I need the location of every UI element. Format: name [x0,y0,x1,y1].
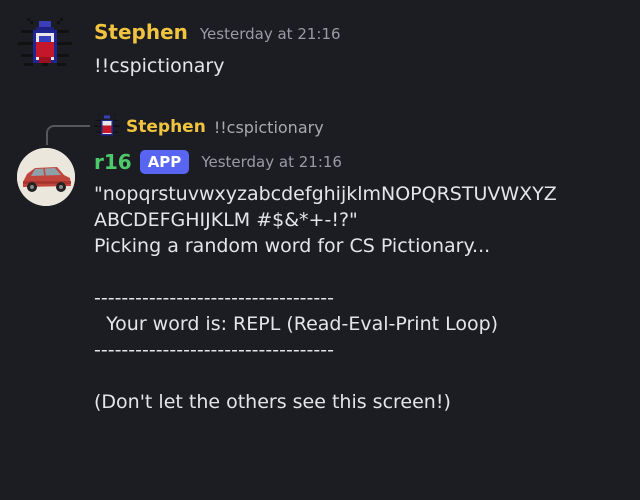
reply-reference[interactable]: Stephen !!cspictionary [94,114,324,140]
message-line: Picking a random word for CS Pictionary.… [94,235,491,257]
chat-view: Stephen Yesterday at 21:16 !!cspictionar… [0,0,640,500]
pixel-bug-icon [94,114,120,136]
message-line: "nopqrstuvwxyzabcdefghijklmNOPQRSTUVWXYZ [94,183,557,205]
message-header: Stephen Yesterday at 21:16 [94,20,341,44]
username[interactable]: r16 [94,150,132,174]
message-line: ----------------------------------- [94,287,334,309]
pixel-bug-icon[interactable] [18,18,72,72]
reply-connector [46,125,90,145]
message-line: Your word is: REPL (Read-Eval-Print Loop… [94,313,499,335]
message-line [94,259,624,285]
timestamp: Yesterday at 21:16 [201,153,342,171]
reply-content: !!cspictionary [213,117,324,137]
app-badge: APP [139,150,190,174]
message-line: ABCDEFGHIJKLM #$&*+-!?" [94,209,358,231]
message-line: ----------------------------------- [94,339,334,361]
avatar[interactable] [17,148,75,206]
red-car-icon [17,148,75,206]
username[interactable]: Stephen [94,20,188,44]
message-header: r16 APP Yesterday at 21:16 [94,150,342,174]
message-line [94,363,624,389]
reply-username: Stephen [126,117,206,137]
message-content: "nopqrstuvwxyzabcdefghijklmNOPQRSTUVWXYZ… [94,181,624,415]
message-content: !!cspictionary [94,55,225,77]
message-line: (Don't let the others see this screen!) [94,391,451,413]
timestamp: Yesterday at 21:16 [199,25,341,43]
